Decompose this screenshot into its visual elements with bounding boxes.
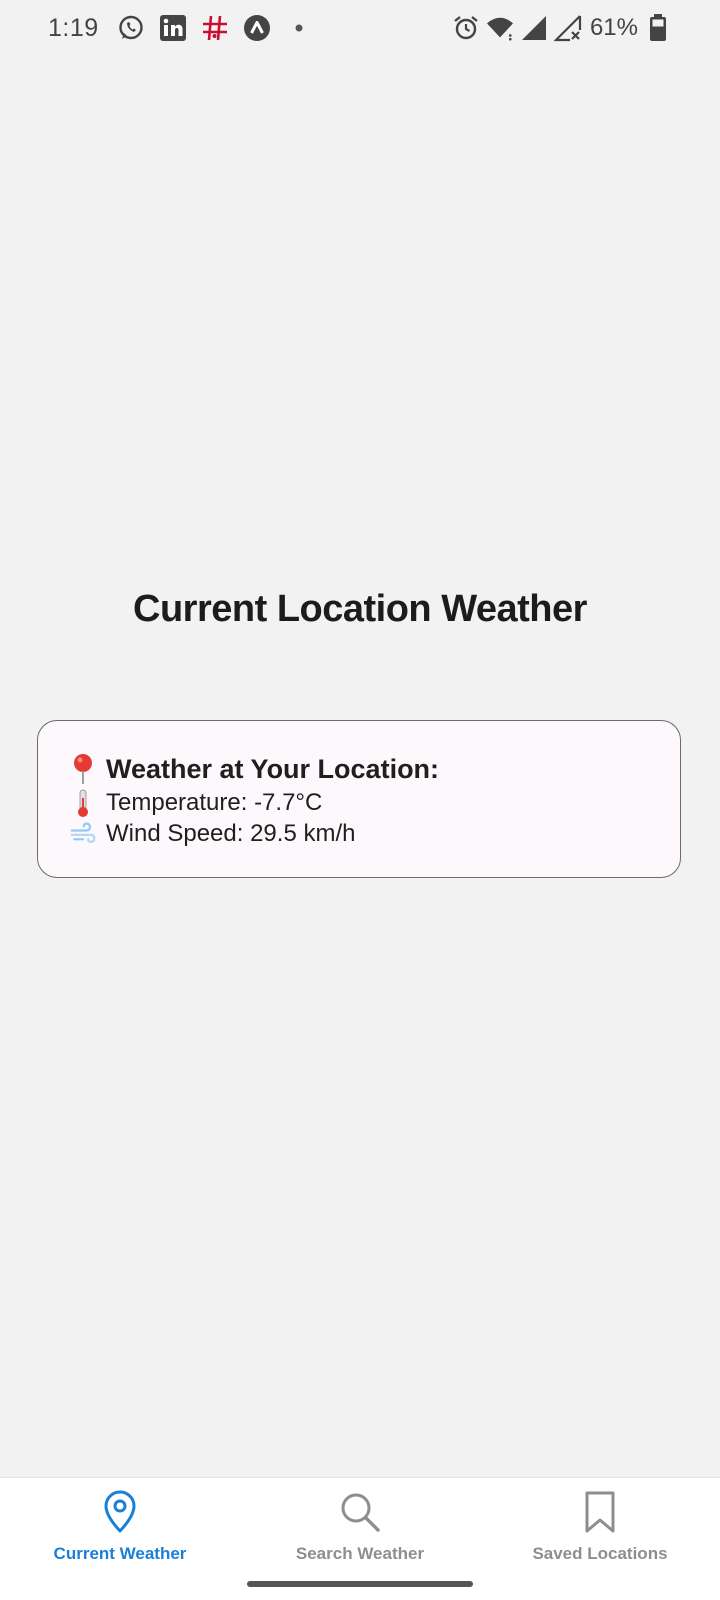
- status-time: 1:19: [48, 13, 99, 42]
- temperature-text: Temperature: -7.7°C: [106, 788, 323, 816]
- temperature-row: Temperature: -7.7°C: [70, 787, 648, 818]
- status-bar: 1:19 61%: [0, 0, 720, 56]
- home-indicator[interactable]: [247, 1581, 473, 1587]
- hashtag-icon: [201, 14, 229, 42]
- whatsapp-icon: [117, 14, 145, 42]
- signal-icon: [520, 14, 548, 42]
- linkedin-icon: [159, 14, 187, 42]
- status-bar-right: 61%: [452, 12, 672, 44]
- status-bar-left: 1:19: [48, 12, 313, 44]
- card-heading-row: Weather at Your Location:: [70, 751, 648, 787]
- wind-row: Wind Speed: 29.5 km/h: [70, 818, 648, 849]
- wind-speed-text: Wind Speed: 29.5 km/h: [106, 819, 356, 847]
- page-title: Current Location Weather: [133, 588, 587, 630]
- tab-search-weather[interactable]: Search Weather: [240, 1490, 480, 1580]
- tab-label: Search Weather: [295, 1544, 425, 1563]
- bookmark-icon: [578, 1490, 622, 1534]
- battery-icon: [644, 14, 672, 42]
- tab-saved-locations[interactable]: Saved Locations: [480, 1490, 720, 1580]
- pin-icon: [70, 754, 96, 784]
- alarm-icon: [452, 14, 480, 42]
- search-icon: [338, 1490, 382, 1534]
- wind-icon: [70, 819, 96, 849]
- tab-label: Saved Locations: [532, 1544, 668, 1563]
- signal-no-service-icon: [553, 14, 582, 42]
- dot-icon: [285, 14, 313, 42]
- location-pin-icon: [98, 1490, 142, 1534]
- card-heading: Weather at Your Location:: [106, 753, 440, 784]
- app-a-icon: [243, 14, 271, 42]
- weather-card: Weather at Your Location: Temperature: -…: [37, 720, 681, 878]
- wifi-icon: [486, 14, 514, 42]
- battery-percent: 61%: [589, 14, 638, 41]
- tab-current-weather[interactable]: Current Weather: [0, 1490, 240, 1580]
- thermometer-icon: [70, 788, 96, 818]
- app-screen: 1:19 61% Current Location Weather Weathe…: [0, 0, 720, 1600]
- tab-label: Current Weather: [53, 1544, 187, 1563]
